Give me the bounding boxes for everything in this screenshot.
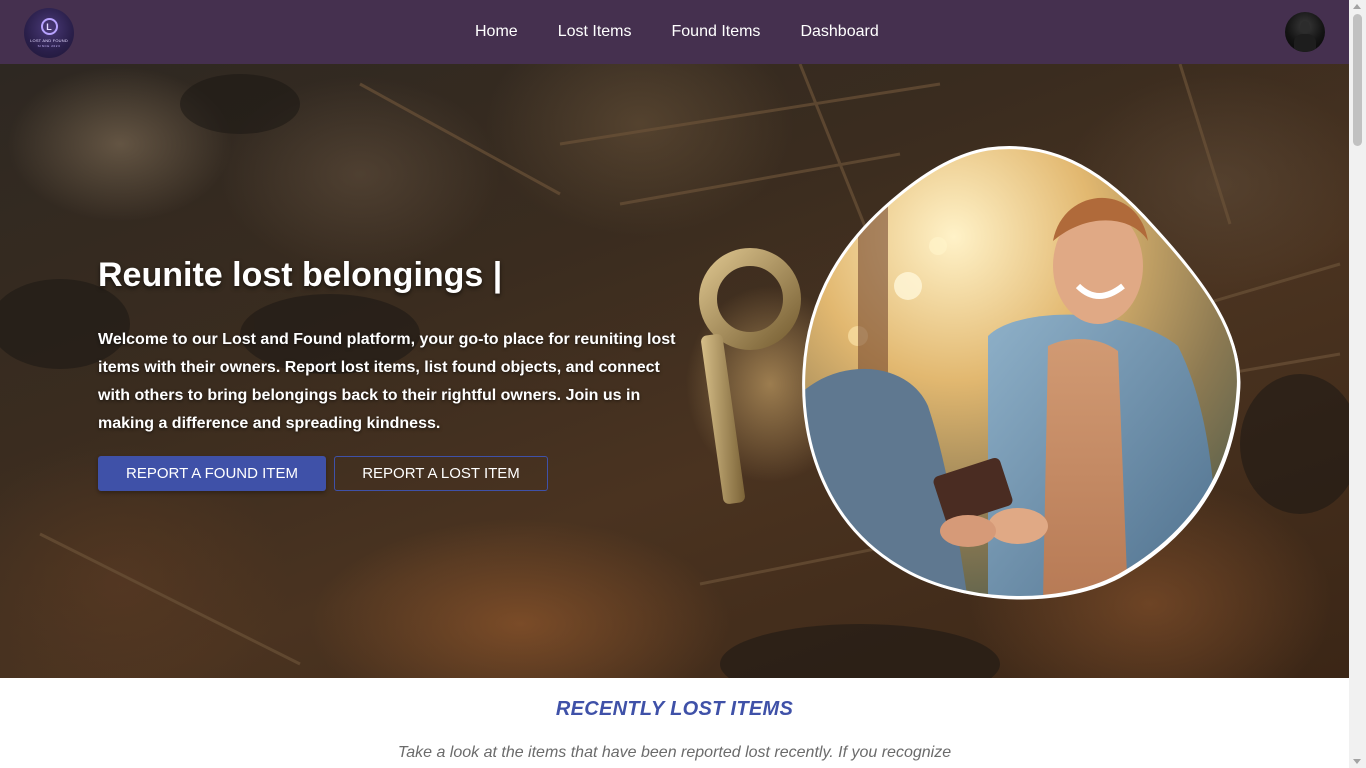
report-lost-item-button[interactable]: REPORT A LOST ITEM bbox=[334, 456, 548, 491]
nav-links: Home Lost Items Found Items Dashboard bbox=[475, 0, 919, 64]
scroll-down-arrow-icon[interactable] bbox=[1353, 759, 1361, 764]
logo-mark: L bbox=[40, 18, 58, 35]
hero-buttons: REPORT A FOUND ITEM REPORT A LOST ITEM bbox=[98, 456, 698, 491]
nav-link-lost-items[interactable]: Lost Items bbox=[558, 23, 632, 41]
avatar-head-shape bbox=[1300, 21, 1310, 33]
key-shape bbox=[699, 248, 801, 504]
nav-link-found-items[interactable]: Found Items bbox=[672, 23, 761, 41]
scroll-thumb[interactable] bbox=[1353, 14, 1362, 146]
report-found-item-button[interactable]: REPORT A FOUND ITEM bbox=[98, 456, 326, 491]
recently-lost-title: RECENTLY LOST ITEMS bbox=[555, 698, 794, 720]
nav-link-dashboard[interactable]: Dashboard bbox=[800, 23, 878, 41]
logo-text: LOST AND FOUND bbox=[30, 38, 68, 43]
hero-illustration bbox=[802, 146, 1241, 600]
hero-content: Reunite lost belongings | Welcome to our… bbox=[98, 253, 698, 491]
hero-title: Reunite lost belongings | bbox=[98, 256, 503, 294]
scroll-up-arrow-icon[interactable] bbox=[1353, 4, 1361, 9]
user-avatar[interactable] bbox=[1285, 12, 1325, 52]
site-logo[interactable]: L LOST AND FOUND SINCE 2023 bbox=[24, 8, 74, 58]
recently-lost-description: Take a look at the items that have been … bbox=[397, 744, 952, 761]
hero-description: Welcome to our Lost and Found platform, … bbox=[98, 331, 676, 432]
nav-link-home[interactable]: Home bbox=[475, 23, 518, 41]
hero-blob-image bbox=[798, 146, 1243, 601]
logo-subtext: SINCE 2023 bbox=[37, 44, 61, 48]
avatar-body-shape bbox=[1294, 34, 1316, 52]
hero-section: Reunite lost belongings | Welcome to our… bbox=[0, 64, 1349, 678]
page-scrollbar[interactable] bbox=[1349, 0, 1366, 768]
navbar: L LOST AND FOUND SINCE 2023 Home Lost It… bbox=[0, 0, 1349, 64]
